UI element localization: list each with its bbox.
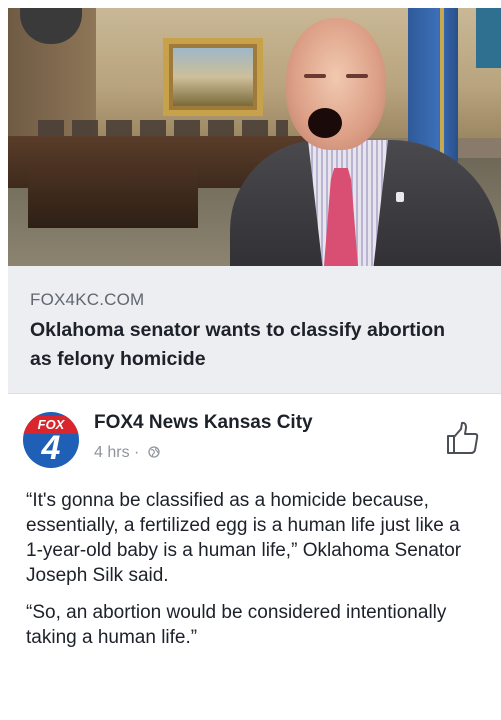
page-name[interactable]: FOX4 News Kansas City — [94, 412, 313, 434]
photo-mouth — [308, 108, 342, 138]
photo-eye-left — [304, 74, 326, 78]
photo-eye-right — [346, 74, 368, 78]
photo-desk-front — [28, 168, 198, 228]
post-paragraph-1: “It's gonna be classified as a homicide … — [26, 490, 462, 586]
link-domain: FOX4KC.COM — [30, 290, 145, 309]
globe-icon — [148, 446, 160, 458]
thumbs-up-icon[interactable] — [444, 420, 480, 456]
post-body: “It's gonna be classified as a homicide … — [26, 488, 466, 662]
post-paragraph-2: “So, an abortion would be considered int… — [26, 602, 447, 648]
avatar-number: 4 — [41, 429, 61, 467]
page-avatar[interactable]: FOX 4 — [23, 412, 79, 468]
photo-painting — [163, 38, 263, 116]
photo-screen — [476, 8, 501, 68]
screenshot-frame: FOX4KC.COM Oklahoma senator wants to cla… — [0, 0, 501, 720]
article-photo[interactable] — [8, 8, 501, 266]
post-card: FOX 4 FOX4 News Kansas City 4 hrs · “It'… — [8, 394, 501, 720]
meta-separator: · — [134, 444, 140, 461]
link-preview[interactable]: FOX4KC.COM Oklahoma senator wants to cla… — [8, 266, 501, 394]
photo-lapel-pin — [396, 192, 404, 202]
post-meta: 4 hrs · — [94, 444, 160, 462]
link-title[interactable]: Oklahoma senator wants to classify abort… — [30, 316, 470, 374]
post-timestamp[interactable]: 4 hrs — [94, 444, 130, 461]
